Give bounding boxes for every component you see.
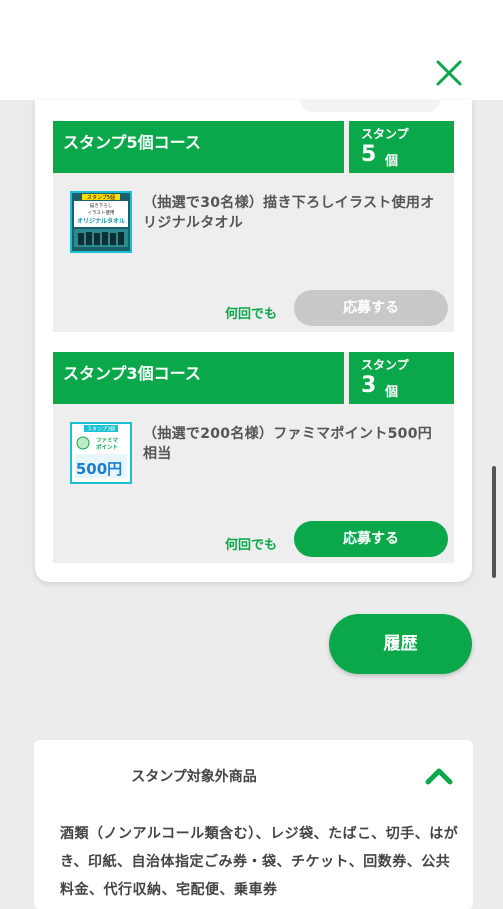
famima-point-image: スタンプ3個 ファミマ ポイント 500円 <box>72 424 130 482</box>
thumb-line2: 描き下ろし <box>90 202 113 209</box>
stamp-label: スタンプ <box>361 127 409 141</box>
course-5-stamps: スタンプ5個コース スタンプ 5 個 スタンプ5個 描き下ろし イラスト使用 オ… <box>53 121 454 332</box>
towel-image: スタンプ5個 描き下ろし イラスト使用 オリジナルタオル <box>72 193 130 251</box>
stamp-unit: 個 <box>385 385 399 400</box>
excluded-items-list: 酒類（ノンアルコール類含む）、レジ袋、たばこ、切手、はがき、印紙、自治体指定ごみ… <box>60 826 459 898</box>
stamp-count-box: スタンプ 5 個 <box>349 121 454 173</box>
prize-description: （抽選で200名様）ファミマポイント500円相当 <box>143 426 433 462</box>
excluded-items-panel: スタンプ対象外商品 酒類（ノンアルコール類含む）、レジ袋、たばこ、切手、はがき、… <box>34 740 473 909</box>
stamp-unit: 個 <box>385 154 399 169</box>
excluded-items-title: スタンプ対象外商品 <box>131 769 257 785</box>
close-icon <box>436 60 462 86</box>
top-bar <box>0 0 503 100</box>
prize-description: （抽選で30名様）描き下ろしイラスト使用オリジナルタオル <box>143 195 435 231</box>
prize-thumbnail: スタンプ3個 ファミマ ポイント 500円 <box>70 422 132 484</box>
course-title: スタンプ5個コース <box>53 121 344 173</box>
course-3-stamps: スタンプ3個コース スタンプ 3 個 スタンプ3個 ファミマ ポイント 500円… <box>53 352 454 563</box>
repeat-label: 何回でも <box>225 538 278 553</box>
thumb-line3: イラスト使用 <box>88 209 115 216</box>
close-button[interactable] <box>430 54 468 92</box>
prize-thumbnail: スタンプ5個 描き下ろし イラスト使用 オリジナルタオル <box>70 191 132 253</box>
apply-button[interactable]: 応募する <box>294 521 448 557</box>
scrollbar[interactable] <box>492 466 496 578</box>
stamp-count: 5 <box>361 142 377 167</box>
collapse-button[interactable] <box>424 765 454 787</box>
course-title: スタンプ3個コース <box>53 352 344 404</box>
stamp-label: スタンプ <box>361 358 409 372</box>
chevron-up-icon <box>425 768 453 785</box>
stamp-count: 3 <box>361 373 377 398</box>
thumb-line2: ファミマ <box>96 437 119 444</box>
apply-button-disabled[interactable]: 応募する <box>294 290 448 326</box>
repeat-label: 何回でも <box>225 307 278 322</box>
thumb-line1: スタンプ5個 <box>87 194 115 201</box>
thumb-line4: 500円 <box>76 460 122 478</box>
course-header: スタンプ5個コース スタンプ 5 個 <box>53 121 454 173</box>
thumb-line4: オリジナルタオル <box>77 217 125 225</box>
thumb-line3: ポイント <box>96 443 118 451</box>
course-header: スタンプ3個コース スタンプ 3 個 <box>53 352 454 404</box>
history-button[interactable]: 履歴 <box>329 614 472 674</box>
stamp-count-box: スタンプ 3 個 <box>349 352 454 404</box>
thumb-line1: スタンプ3個 <box>87 426 115 433</box>
previous-pill <box>300 100 440 112</box>
